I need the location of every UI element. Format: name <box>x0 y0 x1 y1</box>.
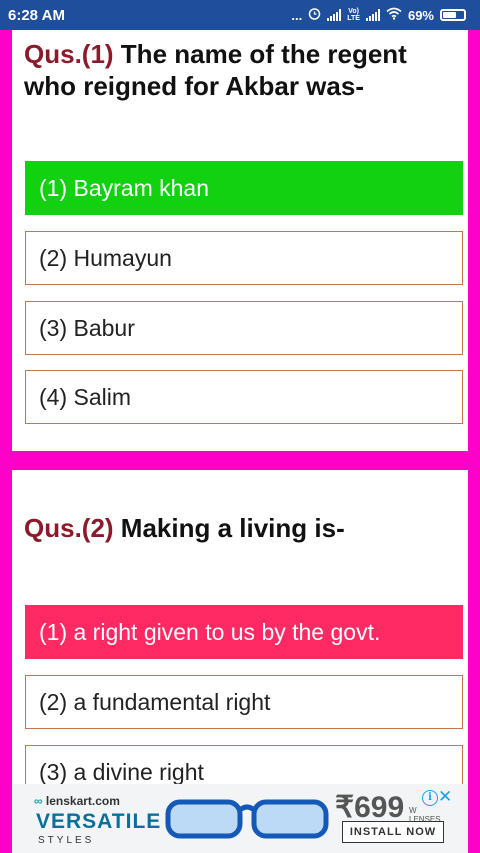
eyeglasses-image <box>162 796 332 847</box>
ad-price: ₹699 <box>335 791 405 824</box>
question-2-text: Making a living is- <box>113 513 345 543</box>
ad-headline: VERSATILE <box>36 810 162 833</box>
signal-strength-icon <box>327 9 342 21</box>
battery-percent: 69% <box>407 7 434 23</box>
volte-icon: Vo) LTE <box>347 8 360 22</box>
ad-subheadline: STYLES <box>38 835 95 846</box>
status-icons: ... Vo) LTE 69% <box>291 7 466 23</box>
battery-icon <box>440 9 466 21</box>
option-label: (4) Salim <box>39 383 132 410</box>
q2-option-1[interactable]: (1) a right given to us by the govt. <box>25 605 463 659</box>
option-label: (1) a right given to us by the govt. <box>39 618 381 645</box>
signal-strength-icon-2 <box>365 9 380 21</box>
ad-banner[interactable]: ∞ lenskart.com VERSATILE STYLES ₹699 W LE… <box>12 784 468 853</box>
q1-option-1[interactable]: (1) Bayram khan <box>25 161 463 215</box>
ad-brand: ∞ lenskart.com <box>34 794 120 808</box>
wifi-icon <box>386 7 402 23</box>
q1-option-4[interactable]: (4) Salim <box>25 370 463 424</box>
q1-option-3[interactable]: (3) Babur <box>25 301 463 355</box>
option-label: (3) a divine right <box>39 758 204 785</box>
install-now-button[interactable]: INSTALL NOW <box>342 821 444 843</box>
ad-info-icon[interactable]: i <box>422 790 438 806</box>
ad-close-icon[interactable]: ✕ <box>438 787 452 807</box>
lenskart-logo-icon: ∞ <box>34 794 46 808</box>
q2-option-2[interactable]: (2) a fundamental right <box>25 675 463 729</box>
option-label: (2) a fundamental right <box>39 688 271 715</box>
more-notifications-icon: ... <box>291 7 303 23</box>
question-card-1: Qus.(1) The name of the regent who reign… <box>12 30 468 451</box>
question-1-number: Qus.(1) <box>24 39 114 69</box>
question-1-title: Qus.(1) The name of the regent who reign… <box>24 38 454 102</box>
question-card-2: Qus.(2) Making a living is- (1) a right … <box>12 470 468 800</box>
alarm-icon <box>308 7 321 23</box>
question-2-number: Qus.(2) <box>24 513 114 543</box>
q1-option-2[interactable]: (2) Humayun <box>25 231 463 285</box>
status-time: 6:28 AM <box>8 6 65 24</box>
option-label: (2) Humayun <box>39 244 172 271</box>
status-bar: 6:28 AM ... Vo) LTE 69% <box>0 0 480 30</box>
option-label: (3) Babur <box>39 314 135 341</box>
question-2-title: Qus.(2) Making a living is- <box>24 512 454 544</box>
option-label: (1) Bayram khan <box>39 174 210 201</box>
